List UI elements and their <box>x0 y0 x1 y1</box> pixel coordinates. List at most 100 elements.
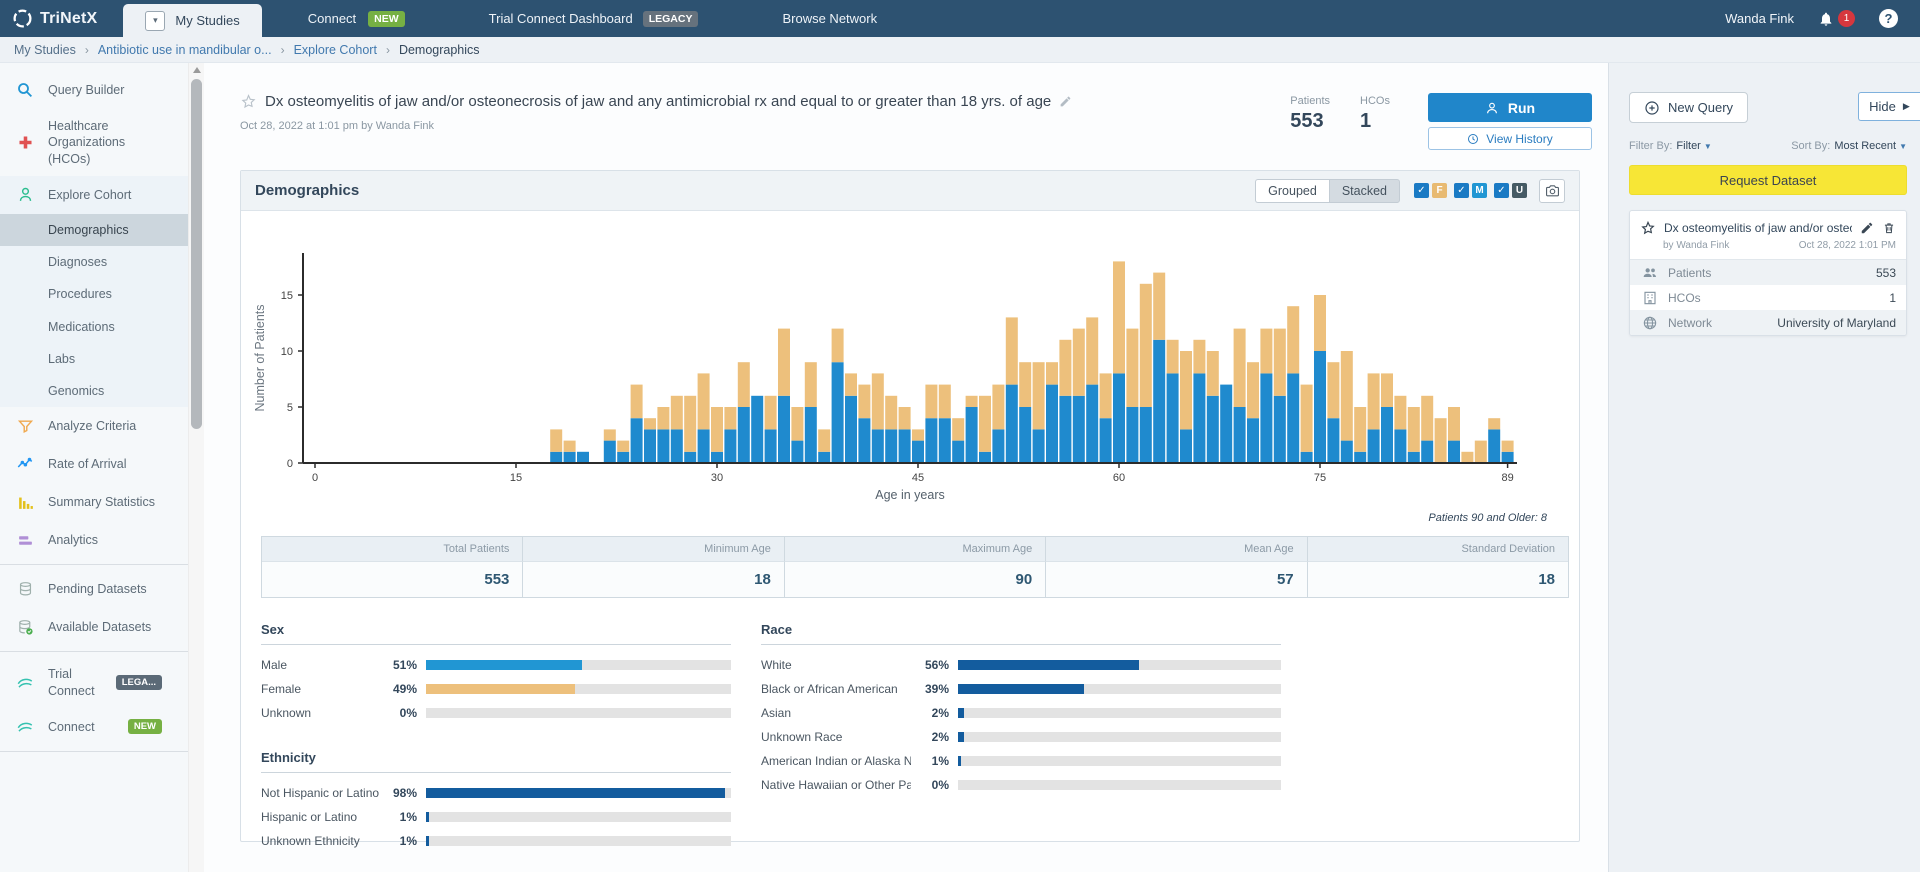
sidebar-list: Query BuilderHealthcare Organizations (H… <box>0 71 188 752</box>
trash-icon[interactable] <box>1882 221 1896 235</box>
distribution-bar-track <box>426 660 731 670</box>
nav-browse-network[interactable]: Browse Network <box>782 11 877 26</box>
distribution-bar-track <box>426 836 731 846</box>
new-query-label: New Query <box>1668 100 1733 115</box>
sidebar-item-analyze-criteria[interactable]: Analyze Criteria <box>0 407 188 445</box>
breadcrumb-study[interactable]: Antibiotic use in mandibular o... <box>98 43 272 57</box>
breadcrumb-explore-cohort[interactable]: Explore Cohort <box>294 43 377 57</box>
sort-by[interactable]: Sort By:Most Recent▼ <box>1791 140 1907 152</box>
star-icon[interactable] <box>240 93 257 110</box>
distribution-bar-track <box>426 788 731 798</box>
funnel-icon <box>15 416 35 436</box>
request-dataset-button[interactable]: Request Dataset <box>1629 165 1907 195</box>
sex-section: Sex Male51%Female49%Unknown0% <box>261 622 731 720</box>
sidebar-item-hcos[interactable]: Healthcare Organizations (HCOs) <box>0 109 188 176</box>
run-button[interactable]: Run <box>1428 93 1592 122</box>
hide-panel-button[interactable]: Hide ▶ <box>1858 92 1920 121</box>
sidebar-item-demographics[interactable]: Demographics <box>0 214 188 246</box>
sidebar-item-labs[interactable]: Labs <box>0 343 188 375</box>
distribution-row: American Indian or Alaska Nati...1% <box>761 754 1281 768</box>
chart-view-toggle: Grouped Stacked <box>1255 179 1400 203</box>
distribution-bar-track <box>958 660 1281 670</box>
database-check-icon <box>15 617 35 637</box>
svg-text:Number of Patients: Number of Patients <box>253 305 267 412</box>
age-stats-table: Total PatientsMinimum AgeMaximum AgeMean… <box>261 536 1569 598</box>
my-studies-dropdown-button[interactable]: ▾ <box>145 11 165 31</box>
view-history-button[interactable]: View History <box>1428 127 1592 150</box>
sidebar-item-rate-of-arrival[interactable]: Rate of Arrival <box>0 445 188 483</box>
filter-value: Filter <box>1676 140 1700 152</box>
sidebar-item-summary-statistics[interactable]: Summary Statistics <box>0 483 188 521</box>
svg-text:89: 89 <box>1501 472 1513 484</box>
sidebar-item-procedures[interactable]: Procedures <box>0 278 188 310</box>
sort-value: Most Recent <box>1834 140 1896 152</box>
sidebar-item-pending-datasets[interactable]: Pending Datasets <box>0 570 188 608</box>
stats-header-cell: Mean Age <box>1046 537 1307 561</box>
distribution-row: Not Hispanic or Latino98% <box>261 786 731 800</box>
checkbox-m[interactable]: ✓ <box>1454 183 1469 198</box>
edit-pencil-icon[interactable] <box>1059 95 1072 108</box>
sidebar-item-query-builder[interactable]: Query Builder <box>0 71 188 109</box>
distribution-percent: 51% <box>379 658 417 672</box>
query-header: Dx osteomyelitis of jaw and/or osteonecr… <box>204 63 1608 150</box>
query-card[interactable]: Dx osteomyelitis of jaw and/or osteone..… <box>1629 210 1907 336</box>
search-icon <box>15 80 35 100</box>
bars-icon <box>15 492 35 512</box>
sidebar-item-analytics[interactable]: Analytics <box>0 521 188 559</box>
star-icon[interactable] <box>1640 220 1656 236</box>
sidebar-item-trial-connect[interactable]: Trial ConnectLEGA... <box>0 657 188 708</box>
sidebar-item-available-datasets[interactable]: Available Datasets <box>0 608 188 646</box>
sidebar-item-genomics[interactable]: Genomics <box>0 375 188 407</box>
checkbox-f[interactable]: ✓ <box>1414 183 1429 198</box>
nav-trial-connect-dashboard[interactable]: Trial Connect Dashboard <box>489 11 633 26</box>
sidebar-scrollbar-thumb[interactable] <box>191 79 202 429</box>
scroll-up-arrow-icon[interactable] <box>193 67 201 73</box>
demographics-panel-header: Demographics Grouped Stacked ✓F✓M✓U <box>241 171 1579 211</box>
bell-icon <box>1818 11 1834 27</box>
screenshot-button[interactable] <box>1539 179 1565 203</box>
sex-section-title: Sex <box>261 622 731 645</box>
stacked-bar-chart[interactable]: 0510150153045607589Age in yearsNumber of… <box>249 243 1569 505</box>
brand-name: TriNetX <box>40 10 97 28</box>
tab-my-studies[interactable]: ▾ My Studies <box>123 4 261 37</box>
notifications-button[interactable]: 1 <box>1818 10 1855 27</box>
grouped-toggle-button[interactable]: Grouped <box>1255 179 1329 203</box>
sidebar-item-medications[interactable]: Medications <box>0 311 188 343</box>
sidebar-scrollbar[interactable] <box>188 63 204 872</box>
connect-new-badge: NEW <box>368 11 405 27</box>
sidebar-item-explore-cohort[interactable]: Explore Cohort <box>0 176 188 214</box>
distribution-bar-track <box>958 732 1281 742</box>
stacked-toggle-button[interactable]: Stacked <box>1329 179 1400 203</box>
edit-pencil-icon[interactable] <box>1860 221 1874 235</box>
help-button[interactable]: ? <box>1879 9 1898 28</box>
distribution-bar-track <box>426 812 731 822</box>
run-label: Run <box>1508 100 1535 116</box>
distribution-label: Not Hispanic or Latino <box>261 786 379 800</box>
swoosh-icon <box>15 717 35 737</box>
distribution-label: Unknown Ethnicity <box>261 834 379 848</box>
hcos-value: 1 <box>1360 110 1390 133</box>
new-query-button[interactable]: New Query <box>1629 92 1748 123</box>
filter-by[interactable]: Filter By:Filter▼ <box>1629 140 1712 152</box>
stats-header-cell: Standard Deviation <box>1308 537 1568 561</box>
distribution-percent: 1% <box>379 834 417 848</box>
distribution-bar-track <box>958 756 1281 766</box>
distribution-bar-fill <box>958 756 961 766</box>
query-card-row-value: 1 <box>1889 291 1896 305</box>
series-badge-f: F <box>1432 183 1447 198</box>
nav-connect[interactable]: Connect <box>308 11 356 26</box>
distribution-label: Unknown <box>261 706 379 720</box>
trial-dashboard-legacy-badge: LEGACY <box>643 11 699 27</box>
breadcrumb-my-studies[interactable]: My Studies <box>14 43 76 57</box>
distribution-percent: 2% <box>911 730 949 744</box>
sidebar-item-diagnoses[interactable]: Diagnoses <box>0 246 188 278</box>
svg-text:Age in years: Age in years <box>875 488 944 502</box>
distribution-label: Asian <box>761 706 911 720</box>
stats-value-cell: 553 <box>262 561 523 597</box>
svg-text:75: 75 <box>1314 472 1326 484</box>
camera-icon <box>1545 183 1560 198</box>
checkbox-u[interactable]: ✓ <box>1494 183 1509 198</box>
sidebar-item-connect[interactable]: ConnectNEW <box>0 708 188 746</box>
user-name[interactable]: Wanda Fink <box>1725 11 1794 26</box>
query-card-row-label: Patients <box>1668 266 1711 280</box>
